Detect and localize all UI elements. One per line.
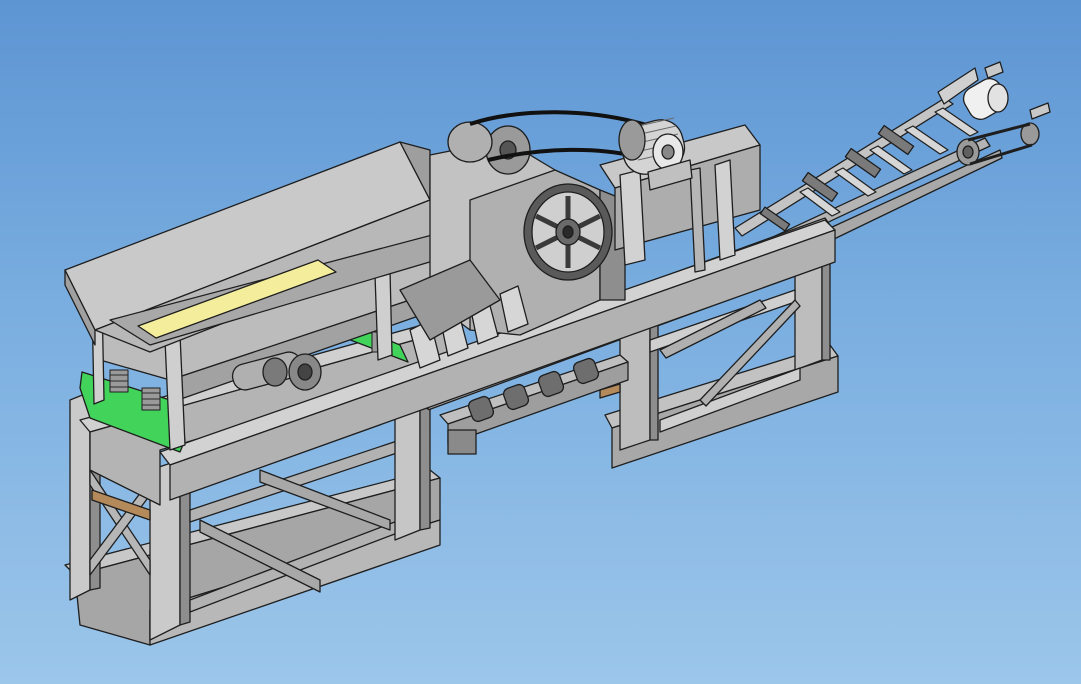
- motor-pulley: [618, 119, 646, 161]
- cad-viewport: [0, 0, 1081, 684]
- flywheel: [523, 183, 613, 281]
- belt-conveyor: [734, 61, 1051, 259]
- crusher-plant-model: [64, 61, 1051, 646]
- electric-motor: [599, 117, 761, 273]
- head-pulley: [937, 61, 1051, 120]
